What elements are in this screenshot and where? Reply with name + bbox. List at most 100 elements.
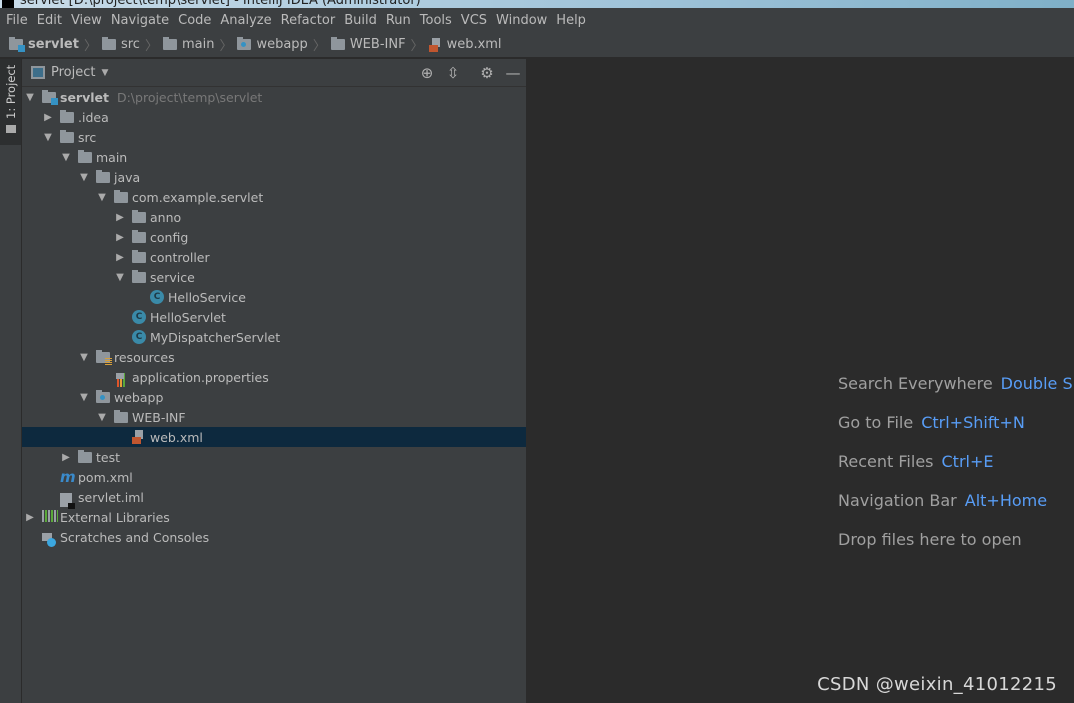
- tree-item[interactable]: ▼ servlet D:\project\temp\servlet: [22, 87, 526, 107]
- tree-item-label: com.example.servlet: [132, 190, 263, 205]
- tree-item-text: web.xml: [150, 429, 203, 445]
- tree-item[interactable]: Scratches and Consoles: [22, 527, 526, 547]
- menu-build[interactable]: Build: [344, 13, 377, 28]
- tree-item-text: resources: [114, 349, 175, 365]
- collapse-arrow-icon[interactable]: ▶: [115, 252, 125, 263]
- tree-item-label: src: [78, 130, 96, 145]
- tree-item[interactable]: ▼ main: [22, 147, 526, 167]
- collapse-arrow-icon[interactable]: ▶: [43, 112, 53, 123]
- tree-item[interactable]: ▶ test: [22, 447, 526, 467]
- menu-help[interactable]: Help: [556, 13, 586, 28]
- expand-arrow-icon[interactable]: ▼: [97, 412, 107, 423]
- collapse-arrow-icon[interactable]: ▶: [25, 512, 35, 523]
- tree-item[interactable]: C MyDispatcherServlet: [22, 327, 526, 347]
- breadcrumb-src[interactable]: src: [101, 37, 140, 52]
- menu-analyze[interactable]: Analyze: [220, 13, 271, 28]
- expand-arrow-icon[interactable]: ▼: [79, 392, 89, 403]
- menu-code[interactable]: Code: [178, 13, 211, 28]
- tree-item[interactable]: ▼ service: [22, 267, 526, 287]
- breadcrumb-web-inf[interactable]: WEB-INF: [330, 37, 406, 52]
- tree-item[interactable]: ▼ com.example.servlet: [22, 187, 526, 207]
- gear-icon[interactable]: ⚙: [478, 64, 496, 82]
- tree-item-label: webapp: [114, 390, 163, 405]
- menu-file[interactable]: File: [6, 13, 28, 28]
- collapse-arrow-icon[interactable]: ▶: [61, 452, 71, 463]
- collapse-arrow-icon[interactable]: ▶: [115, 232, 125, 243]
- tree-item[interactable]: C HelloService: [22, 287, 526, 307]
- tree-item[interactable]: servlet.iml: [22, 487, 526, 509]
- maven-icon: m: [60, 468, 76, 486]
- breadcrumb-web-xml[interactable]: web.xml: [428, 37, 502, 52]
- breadcrumb-main[interactable]: main: [162, 37, 214, 52]
- tree-item[interactable]: C HelloServlet: [22, 307, 526, 327]
- expand-arrow-icon[interactable]: ▼: [61, 152, 71, 163]
- window-title: servlet [D:\project\temp\servlet] - Inte…: [20, 0, 421, 8]
- tree-item[interactable]: application.properties: [22, 367, 526, 387]
- tree-item[interactable]: ▼ src: [22, 127, 526, 147]
- tree-item[interactable]: ▶ .idea: [22, 107, 526, 127]
- expand-arrow-icon[interactable]: ▼: [79, 352, 89, 363]
- tree-item[interactable]: ▶ anno: [22, 207, 526, 227]
- tree-item-label: pom.xml: [78, 470, 133, 485]
- menu-run[interactable]: Run: [386, 13, 411, 28]
- tree-item-text: service: [150, 269, 195, 285]
- expand-arrow-icon[interactable]: ▼: [43, 132, 53, 143]
- tree-item-label: resources: [114, 350, 175, 365]
- menu-vcs[interactable]: VCS: [461, 13, 487, 28]
- breadcrumb-webapp[interactable]: webapp: [237, 37, 308, 52]
- expand-arrow-icon[interactable]: ▼: [25, 92, 35, 103]
- tree-item-text: main: [96, 149, 128, 165]
- title-bar: servlet [D:\project\temp\servlet] - Inte…: [0, 0, 1074, 8]
- tree-item[interactable]: m pom.xml: [22, 467, 526, 487]
- tree-item[interactable]: ▼ webapp: [22, 387, 526, 407]
- tree-item[interactable]: ▶ config: [22, 227, 526, 247]
- editor-hint: Drop files here to open: [838, 530, 1022, 549]
- menu-tools[interactable]: Tools: [420, 13, 452, 28]
- editor-hint: Go to File Ctrl+Shift+N: [838, 413, 1025, 432]
- source-folder-icon: [96, 170, 110, 183]
- tree-item-text: .idea: [78, 109, 109, 125]
- expand-arrow-icon[interactable]: ▼: [97, 192, 107, 203]
- editor-area: Search Everywhere Double Shift Go to File C…: [527, 59, 1074, 703]
- menu-edit[interactable]: Edit: [37, 13, 62, 28]
- libraries-icon: [42, 510, 58, 522]
- tree-item[interactable]: ▼ resources: [22, 347, 526, 367]
- menu-refactor[interactable]: Refactor: [281, 13, 336, 28]
- menu-view[interactable]: View: [71, 13, 102, 28]
- folder-icon: [60, 110, 74, 123]
- class-icon: C: [132, 330, 146, 344]
- tree-item-label: test: [96, 450, 120, 465]
- tree-item[interactable]: ▼ WEB-INF: [22, 407, 526, 427]
- editor-hint: Search Everywhere Double Shift: [838, 374, 1074, 393]
- tree-item[interactable]: web.xml: [22, 427, 526, 447]
- tree-item[interactable]: ▶ External Libraries: [22, 507, 526, 527]
- tree-item-text: HelloServlet: [150, 309, 226, 325]
- package-icon: [114, 190, 128, 203]
- editor-hint: Navigation Bar Alt+Home: [838, 491, 1047, 510]
- breadcrumb-servlet[interactable]: servlet: [9, 37, 79, 52]
- menu-window[interactable]: Window: [496, 13, 547, 28]
- tree-item[interactable]: ▶ controller: [22, 247, 526, 267]
- project-view-selector[interactable]: Project: [51, 65, 95, 80]
- resources-folder-icon: [96, 350, 112, 365]
- locate-icon[interactable]: ⊕: [418, 64, 436, 82]
- menu-navigate[interactable]: Navigate: [111, 13, 169, 28]
- folder-icon: [78, 450, 92, 463]
- tree-item-text: com.example.servlet: [132, 189, 264, 205]
- class-icon: C: [132, 310, 146, 324]
- collapse-all-icon[interactable]: ⇳: [444, 64, 462, 82]
- tree-item-label: HelloService: [168, 290, 246, 305]
- minimize-icon[interactable]: —: [504, 64, 522, 82]
- tree-item-text: WEB-INF: [132, 409, 186, 425]
- chevron-down-icon[interactable]: ▼: [101, 68, 108, 78]
- tree-item-label: servlet.iml: [78, 490, 144, 505]
- expand-arrow-icon[interactable]: ▼: [79, 172, 89, 183]
- module-icon: [9, 37, 25, 52]
- hint-shortcut: Alt+Home: [964, 491, 1048, 510]
- tree-item-label: java: [114, 170, 140, 185]
- tree-item[interactable]: ▼ java: [22, 167, 526, 187]
- tree-item-text: anno: [150, 209, 182, 225]
- collapse-arrow-icon[interactable]: ▶: [115, 212, 125, 223]
- tree-item-text: controller: [150, 249, 210, 265]
- expand-arrow-icon[interactable]: ▼: [115, 272, 125, 283]
